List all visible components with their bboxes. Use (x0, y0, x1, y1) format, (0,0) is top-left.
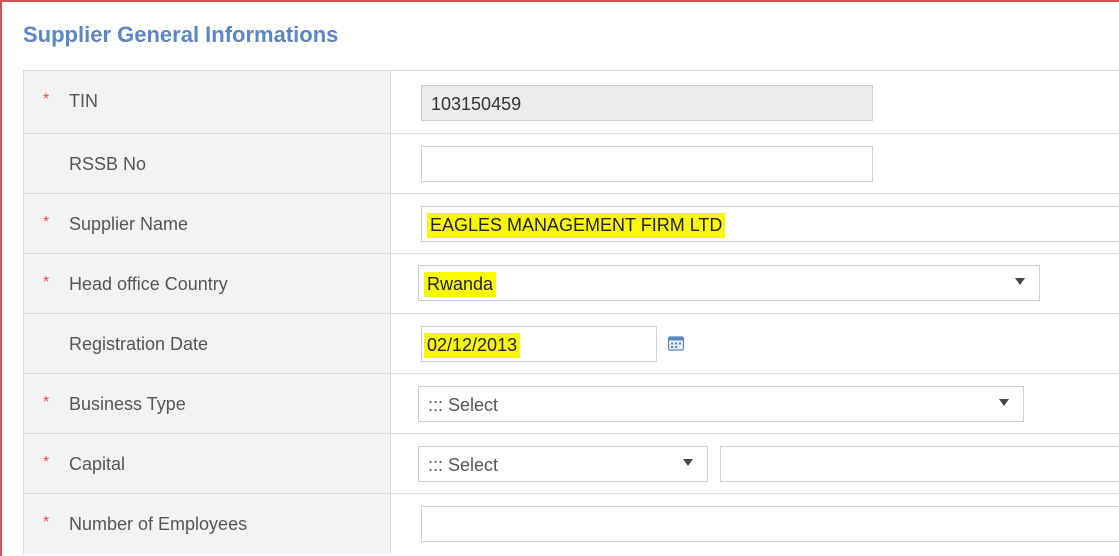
registration-date-label: Registration Date (69, 334, 209, 354)
tin-value: 103150459 (431, 94, 522, 114)
form-row-number-of-employees: * Number of Employees (24, 494, 1119, 554)
label-cell: * Business Type (24, 374, 391, 433)
supplier-name-field[interactable]: EAGLES MANAGEMENT FIRM LTD (421, 206, 1119, 242)
business-type-label: Business Type (69, 394, 186, 414)
required-marker: * (43, 91, 50, 108)
required-marker: * (43, 394, 50, 411)
label-cell: * Supplier Name (24, 194, 391, 253)
form-row-head-office-country: * Head office Country Rwanda (24, 254, 1119, 314)
form-row-supplier-name: * Supplier Name EAGLES MANAGEMENT FIRM L… (24, 194, 1119, 254)
chevron-down-icon (683, 459, 693, 466)
required-marker: * (43, 214, 50, 231)
section-title: Supplier General Informations (23, 22, 339, 47)
chevron-down-icon (1015, 278, 1025, 285)
registration-date-value: 02/12/2013 (424, 333, 521, 358)
tin-label: TIN (69, 91, 98, 111)
capital-amount-field[interactable] (720, 446, 1119, 482)
label-cell: Registration Date (24, 314, 391, 373)
required-marker: * (43, 274, 50, 291)
form-row-capital: * Capital ::: Select (24, 434, 1119, 494)
head-office-country-label: Head office Country (69, 274, 228, 294)
chevron-down-icon (999, 399, 1009, 406)
label-cell: * Number of Employees (24, 494, 391, 554)
label-cell: * TIN (24, 71, 391, 133)
registration-date-field[interactable]: 02/12/2013 (421, 326, 657, 362)
capital-label: Capital (69, 454, 126, 474)
supplier-form-panel: Supplier General Informations * TIN 1031… (0, 0, 1119, 556)
capital-currency-select[interactable]: ::: Select (418, 446, 708, 482)
tin-field[interactable]: 103150459 (421, 85, 873, 121)
head-office-country-value: Rwanda (424, 272, 497, 297)
supplier-name-value: EAGLES MANAGEMENT FIRM LTD (427, 213, 726, 238)
business-type-value: ::: Select (428, 395, 499, 415)
form-row-rssb-no: RSSB No (24, 134, 1119, 194)
required-marker: * (43, 454, 50, 471)
capital-currency-value: ::: Select (428, 455, 499, 475)
supplier-name-label: Supplier Name (69, 214, 189, 234)
form-row-registration-date: Registration Date 02/12/2013 (24, 314, 1119, 374)
number-of-employees-field[interactable] (421, 506, 1119, 542)
label-cell: * Head office Country (24, 254, 391, 313)
head-office-country-select[interactable]: Rwanda (418, 265, 1040, 301)
required-marker: * (43, 514, 50, 531)
number-of-employees-label: Number of Employees (69, 514, 248, 534)
label-cell: * Capital (24, 434, 391, 493)
rssb-no-label: RSSB No (69, 154, 147, 174)
calendar-icon[interactable] (667, 334, 685, 352)
form-row-tin: * TIN 103150459 (24, 71, 1119, 134)
label-cell: RSSB No (24, 134, 391, 193)
supplier-form-table: * TIN 103150459 RSSB No * Supplier Name … (23, 70, 1119, 554)
business-type-select[interactable]: ::: Select (418, 386, 1024, 422)
rssb-no-field[interactable] (421, 146, 873, 182)
form-row-business-type: * Business Type ::: Select (24, 374, 1119, 434)
